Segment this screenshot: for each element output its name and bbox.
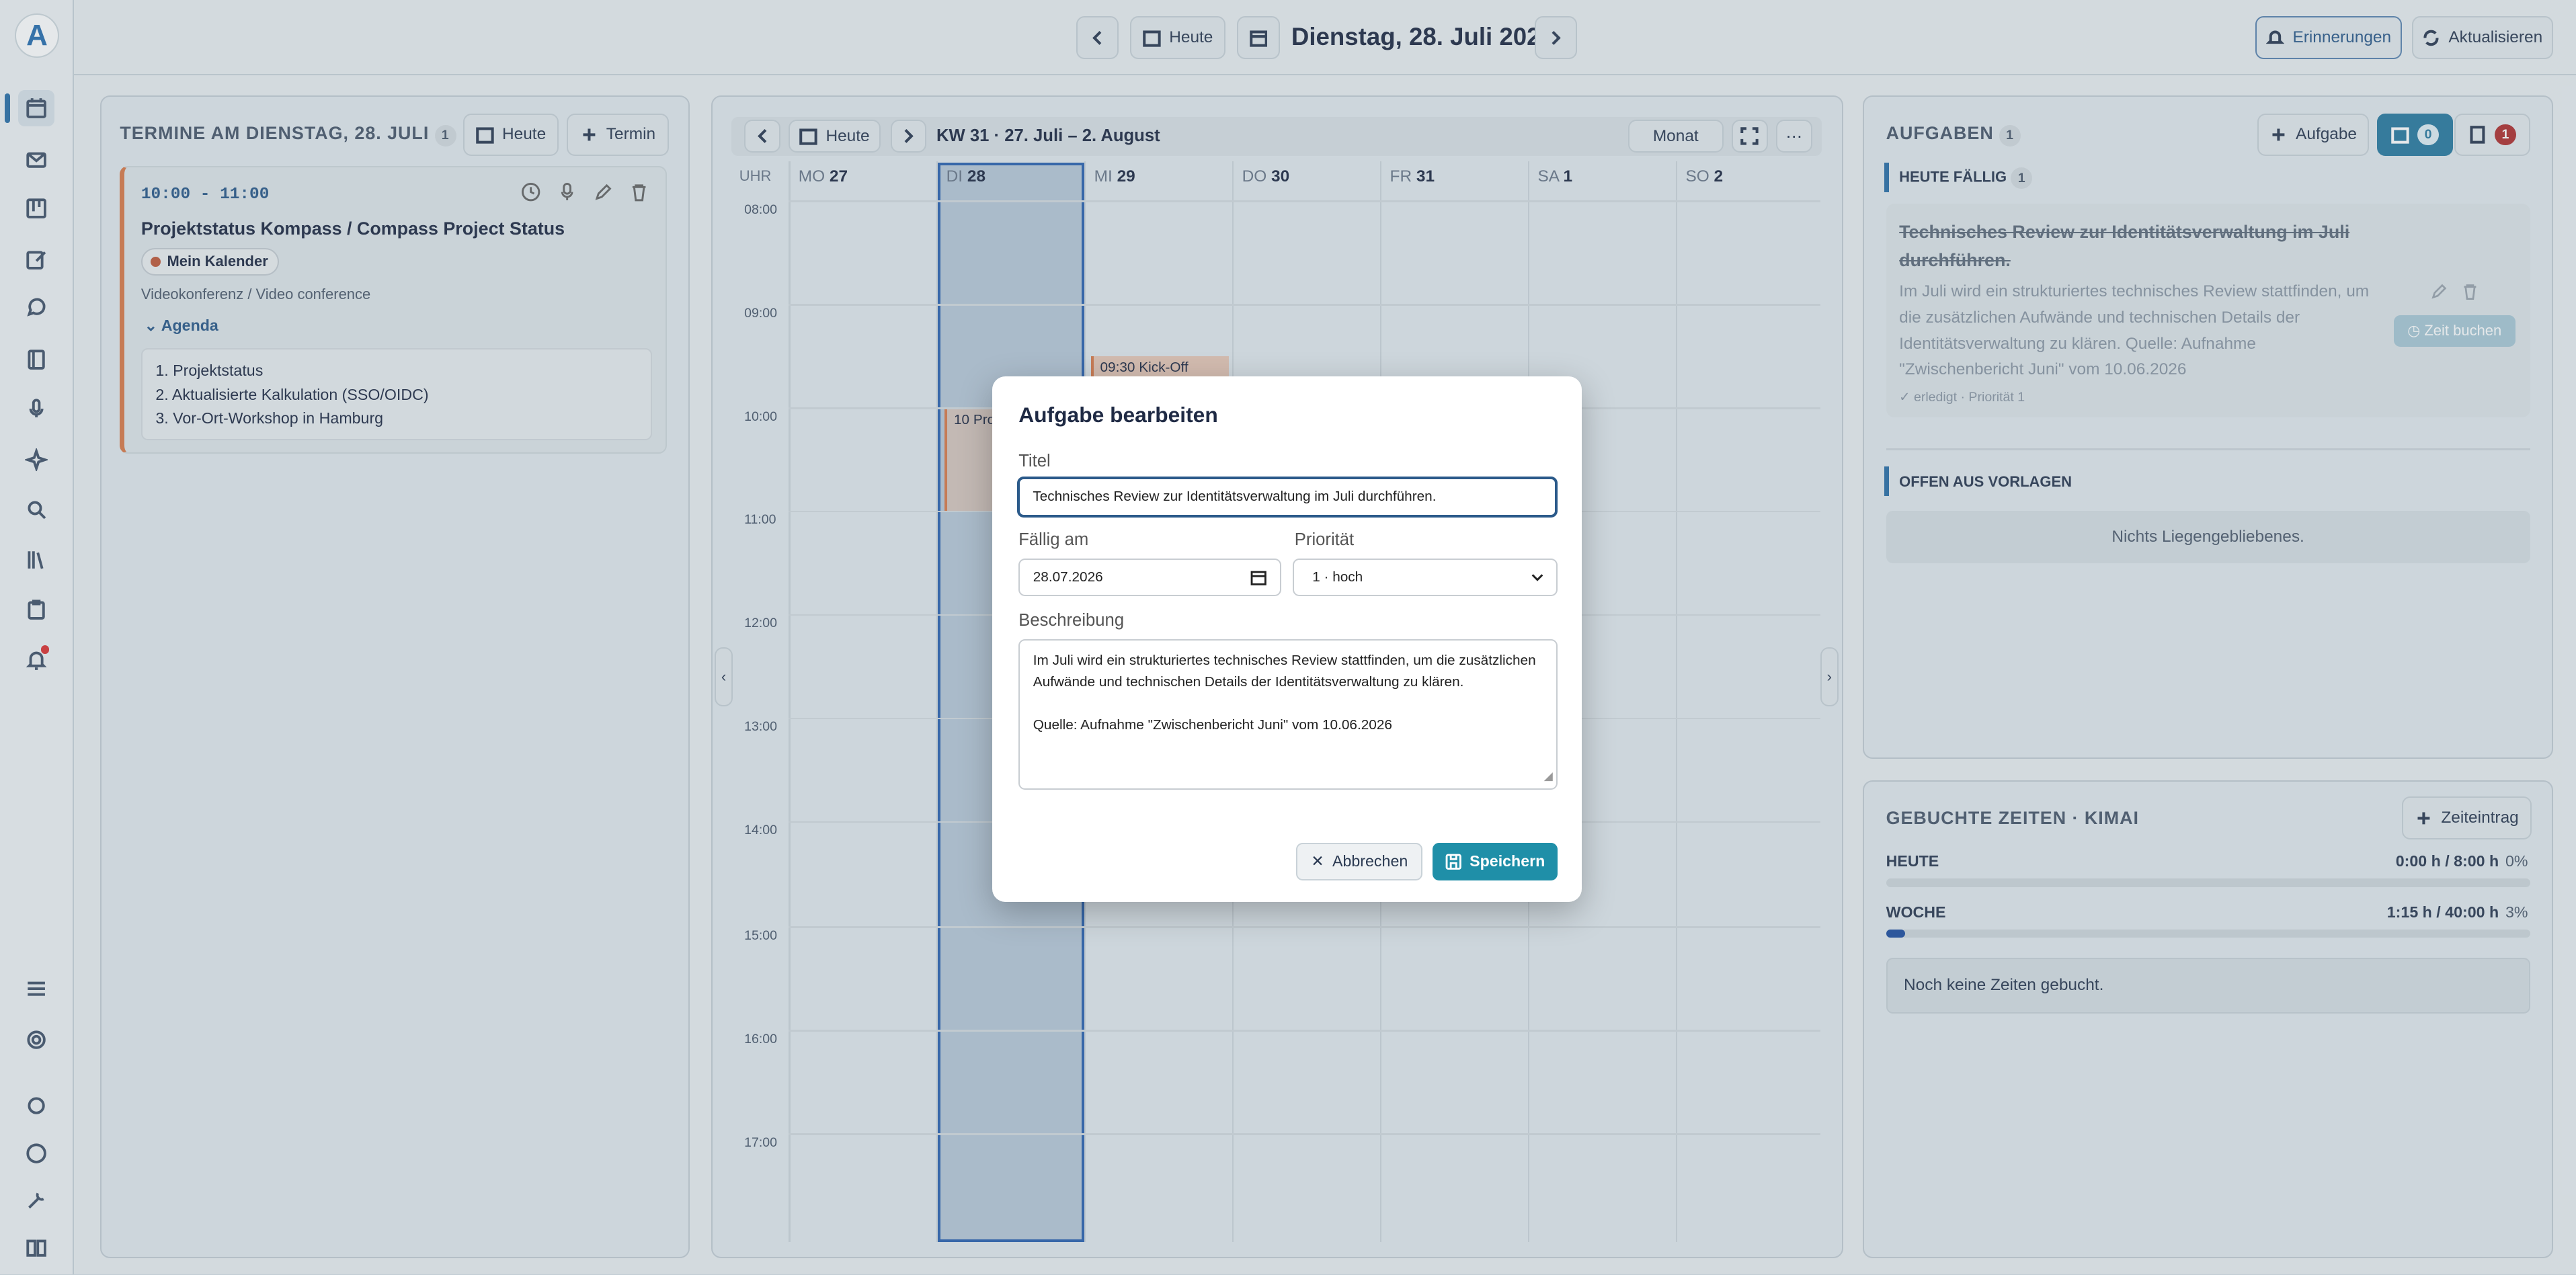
chevron-down-icon: [1531, 574, 1543, 581]
description-line: Aufwände und technischen Details der Ide…: [1033, 674, 1464, 690]
title-label: Titel: [1018, 452, 1051, 471]
cancel-button[interactable]: ✕ Abbrechen: [1296, 842, 1423, 880]
save-icon: [1445, 854, 1461, 870]
calendar-icon[interactable]: [1250, 569, 1267, 585]
description-line: Im Juli wird ein strukturiertes technisc…: [1033, 653, 1536, 669]
due-date-label: Fällig am: [1018, 530, 1089, 550]
close-icon: ✕: [1311, 852, 1324, 870]
description-line: Quelle: Aufnahme "Zwischenbericht Juni" …: [1033, 716, 1392, 733]
priority-label: Priorität: [1294, 530, 1355, 550]
cancel-label: Abbrechen: [1332, 852, 1408, 870]
title-input[interactable]: Technisches Review zur Identitätsverwalt…: [1016, 476, 1558, 518]
due-date-value: 28.07.2026: [1033, 569, 1103, 585]
priority-value: 1 · hoch: [1312, 569, 1363, 585]
priority-select[interactable]: 1 · hoch: [1293, 558, 1558, 597]
edit-task-modal: Aufgabe bearbeiten Titel Technisches Rev…: [992, 376, 1582, 902]
save-button[interactable]: Speichern: [1433, 842, 1558, 880]
description-label: Beschreibung: [1018, 611, 1125, 630]
save-label: Speichern: [1470, 852, 1545, 870]
resize-handle-icon[interactable]: ◢: [1544, 766, 1553, 787]
app-root: A Heute Dienstag, 28. Juli 2026 Erinneru…: [0, 0, 2576, 1275]
modal-title: Aufgabe bearbeiten: [1018, 402, 1218, 427]
due-date-input[interactable]: 28.07.2026: [1018, 558, 1282, 597]
description-textarea[interactable]: Im Juli wird ein strukturiertes technisc…: [1018, 639, 1558, 790]
